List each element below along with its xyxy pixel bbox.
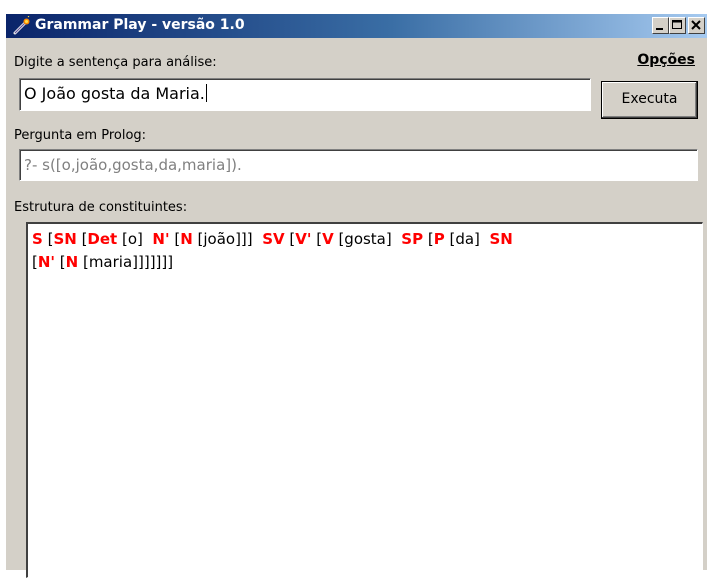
prolog-label: Pergunta em Prolog: bbox=[14, 128, 147, 143]
app-window: Grammar Play - versão 1.0 Digite a sente… bbox=[6, 14, 707, 578]
structure-text: [da] bbox=[444, 230, 490, 248]
category-label: P bbox=[433, 230, 445, 248]
category-label: Det bbox=[87, 230, 118, 248]
structure-text: [joão]]] bbox=[192, 230, 263, 248]
structure-text: [ bbox=[311, 230, 323, 248]
maximize-icon bbox=[672, 20, 682, 29]
execute-button[interactable]: Executa bbox=[601, 81, 698, 119]
structure-label: Estrutura de constituintes: bbox=[14, 200, 188, 215]
constituent-structure-output[interactable]: S [SN [Det [o] N' [N [joão]]] SV [V' [V … bbox=[26, 222, 703, 578]
sentence-input[interactable]: O João gosta da Maria. bbox=[19, 78, 591, 111]
structure-text: [ bbox=[55, 253, 66, 271]
structure-text: [ bbox=[423, 230, 434, 248]
wand-icon bbox=[12, 15, 32, 36]
category-label: V' bbox=[295, 230, 312, 248]
structure-text: [gosta] bbox=[333, 230, 402, 248]
category-label: SN bbox=[53, 230, 77, 248]
category-label: SP bbox=[401, 230, 424, 248]
structure-line-2: [N' [N [maria]]]]]]] bbox=[32, 251, 698, 274]
sentence-label: Digite a sentença para análise: bbox=[14, 55, 217, 70]
category-label: SN bbox=[489, 230, 513, 248]
options-menu[interactable]: Opções bbox=[637, 52, 695, 68]
sentence-input-value: O João gosta da Maria. bbox=[24, 84, 205, 103]
maximize-button[interactable] bbox=[669, 17, 686, 34]
minimize-icon bbox=[656, 28, 663, 30]
category-label: S bbox=[32, 230, 43, 248]
title-bar[interactable]: Grammar Play - versão 1.0 bbox=[6, 14, 707, 38]
structure-text: [ bbox=[76, 230, 88, 248]
category-label: N' bbox=[37, 253, 56, 271]
structure-text: [o] bbox=[117, 230, 153, 248]
category-label: V bbox=[322, 230, 334, 248]
minimize-button[interactable] bbox=[652, 17, 669, 34]
close-button[interactable] bbox=[688, 17, 705, 34]
prolog-query-field: ?- s([o,joão,gosta,da,maria]). bbox=[19, 149, 698, 181]
category-label: N' bbox=[152, 230, 170, 248]
category-label: SV bbox=[262, 230, 285, 248]
structure-line-1: S [SN [Det [o] N' [N [joão]]] SV [V' [V … bbox=[32, 228, 698, 251]
category-label: N bbox=[65, 253, 79, 271]
prolog-query-value: ?- s([o,joão,gosta,da,maria]). bbox=[24, 156, 242, 174]
window-title: Grammar Play - versão 1.0 bbox=[35, 17, 245, 33]
category-label: N bbox=[180, 230, 193, 248]
structure-text: [ bbox=[284, 230, 296, 248]
text-caret bbox=[205, 84, 207, 102]
structure-text: [ bbox=[42, 230, 54, 248]
structure-text: [ bbox=[169, 230, 181, 248]
structure-text: [maria]]]]]]] bbox=[78, 253, 174, 271]
close-icon bbox=[691, 20, 701, 30]
